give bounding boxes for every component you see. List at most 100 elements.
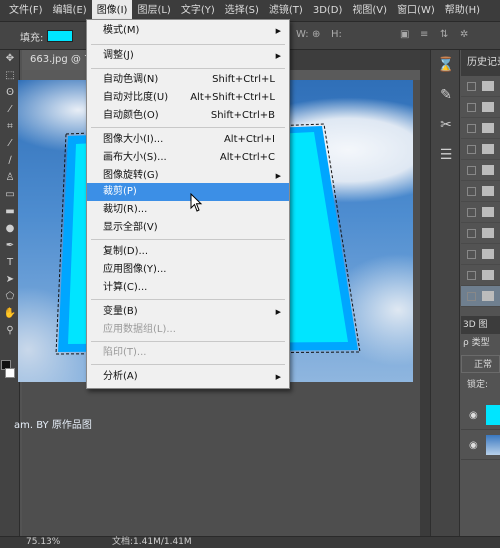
document-size: 文档:1.41M/1.41M (112, 537, 192, 547)
history-state[interactable] (461, 181, 500, 202)
menu-window[interactable]: 窗口(W) (392, 0, 440, 22)
type-tool-icon[interactable]: T (0, 254, 20, 271)
history-state[interactable] (461, 202, 500, 223)
menu-separator (91, 127, 285, 128)
history-state-icon (482, 123, 494, 133)
menu-item-image-size[interactable]: 图像大小(I)... Alt+Ctrl+I (87, 131, 289, 149)
fill-label: 填充: (20, 33, 44, 44)
image-menu-dropdown: 模式(M) ▶ 调整(J) ▶ 自动色调(N) Shift+Ctrl+L 自动对比度(… (86, 19, 290, 389)
clone-source-panel-icon[interactable]: ✂ (431, 110, 461, 140)
panel-dock-strip (420, 50, 430, 536)
brush-panel-icon[interactable]: ✎ (431, 80, 461, 110)
menu-file[interactable]: 文件(F) (4, 0, 48, 22)
menu-item-apply-image[interactable]: 应用图像(Y)... (87, 261, 289, 279)
menu-item-trim[interactable]: 裁切(R)... (87, 201, 289, 219)
layer-row-shape[interactable]: ◉ (461, 400, 500, 430)
link-icon[interactable]: ⊕ (312, 29, 320, 40)
menu-item-variables[interactable]: 变量(B) ▶ (87, 303, 289, 321)
gradient-tool-icon[interactable]: ▬ (0, 203, 20, 220)
fill-color-swatch[interactable] (47, 30, 73, 42)
menu-item-duplicate[interactable]: 复制(D)... (87, 243, 289, 261)
eraser-tool-icon[interactable]: ▭ (0, 186, 20, 203)
history-checkbox[interactable] (467, 102, 476, 112)
submenu-arrow-icon: ▶ (275, 308, 281, 316)
layers-panel-tab[interactable]: 3D 图 (461, 316, 500, 334)
dodge-tool-icon[interactable]: ● (0, 220, 20, 237)
history-state-icon (482, 165, 494, 175)
history-state[interactable] (461, 160, 500, 181)
path-select-tool-icon[interactable]: ➤ (0, 271, 20, 288)
eye-icon[interactable]: ◉ (469, 440, 478, 451)
history-checkbox[interactable] (467, 207, 476, 217)
zoom-tool-icon[interactable]: ⚲ (0, 322, 20, 339)
hand-tool-icon[interactable]: ✋ (0, 305, 20, 322)
history-panel: 历史记录 3D 图 ρ 类型 正常 锁定: ◉ ◉ (461, 50, 500, 536)
menu-item-reveal-all[interactable]: 显示全部(V) (87, 219, 289, 237)
history-state[interactable] (461, 76, 500, 97)
menu-item-mode[interactable]: 模式(M) ▶ (87, 22, 289, 40)
shape-tool-icon[interactable]: ⬠ (0, 288, 20, 305)
history-state[interactable] (461, 97, 500, 118)
menu-help[interactable]: 帮助(H) (440, 0, 485, 22)
history-checkbox[interactable] (467, 186, 476, 196)
move-tool-icon[interactable]: ✥ (0, 50, 20, 67)
menu-item-auto-color[interactable]: 自动颜色(O) Shift+Ctrl+B (87, 107, 289, 125)
history-checkbox[interactable] (467, 249, 476, 259)
history-state-icon (482, 144, 494, 154)
menu-item-crop[interactable]: 裁剪(P) (87, 183, 289, 201)
history-panel-title[interactable]: 历史记录 (461, 50, 500, 76)
history-checkbox[interactable] (467, 165, 476, 175)
image-watermark: am. BY 原作品图 (14, 420, 92, 431)
path-ops-icon[interactable]: ▣ (400, 29, 409, 40)
history-checkbox[interactable] (467, 81, 476, 91)
clone-stamp-tool-icon[interactable]: ♙ (0, 169, 20, 186)
status-bar: 75.13% 文档:1.41M/1.41M (0, 536, 500, 548)
crop-tool-icon[interactable]: ⌗ (0, 118, 20, 135)
history-checkbox[interactable] (467, 144, 476, 154)
layer-row-background[interactable]: ◉ (461, 430, 500, 460)
menu-item-auto-tone[interactable]: 自动色调(N) Shift+Ctrl+L (87, 71, 289, 89)
brush-tool-icon[interactable]: ∕ (0, 152, 20, 169)
gear-icon[interactable]: ✲ (460, 29, 468, 40)
layer-kind-filter[interactable]: ρ 类型 (461, 334, 500, 352)
history-checkbox[interactable] (467, 291, 476, 301)
history-state[interactable] (461, 265, 500, 286)
tools-panel: ✥ ⬚ ʘ ⁄ ⌗ ⁄ ∕ ♙ ▭ ▬ ● ✒ T ➤ ⬠ ✋ ⚲ (0, 50, 20, 536)
properties-panel-icon[interactable]: ☰ (431, 140, 461, 170)
history-checkbox[interactable] (467, 270, 476, 280)
menu-separator (91, 68, 285, 69)
menu-item-adjustments[interactable]: 调整(J) ▶ (87, 47, 289, 65)
menu-item-analysis[interactable]: 分析(A) ▶ (87, 368, 289, 386)
eyedropper-tool-icon[interactable]: ⁄ (0, 135, 20, 152)
history-state-selected[interactable] (461, 286, 500, 307)
history-state-icon (482, 81, 494, 91)
history-state[interactable] (461, 118, 500, 139)
marquee-tool-icon[interactable]: ⬚ (0, 67, 20, 84)
history-checkbox[interactable] (467, 123, 476, 133)
menu-separator (91, 299, 285, 300)
lasso-tool-icon[interactable]: ʘ (0, 84, 20, 101)
history-panel-icon[interactable]: ⌛ (431, 50, 461, 80)
blend-mode-select[interactable]: 正常 (461, 355, 500, 373)
menu-item-canvas-size[interactable]: 画布大小(S)... Alt+Ctrl+C (87, 149, 289, 167)
menu-item-apply-data-set: 应用数据组(L)... (103, 324, 176, 335)
menu-3d[interactable]: 3D(D) (308, 0, 348, 22)
pen-tool-icon[interactable]: ✒ (0, 237, 20, 254)
path-arrange-icon[interactable]: ⇅ (440, 29, 448, 40)
menu-separator (91, 239, 285, 240)
path-align-icon[interactable]: ≡ (420, 29, 428, 40)
menu-item-auto-contrast[interactable]: 自动对比度(U) Alt+Shift+Ctrl+L (87, 89, 289, 107)
history-state[interactable] (461, 223, 500, 244)
background-color-swatch[interactable] (5, 368, 15, 378)
history-state-icon (482, 291, 494, 301)
eye-icon[interactable]: ◉ (469, 410, 478, 421)
history-checkbox[interactable] (467, 228, 476, 238)
menu-view[interactable]: 视图(V) (347, 0, 392, 22)
history-state[interactable] (461, 139, 500, 160)
history-state-icon (482, 102, 494, 112)
magic-wand-tool-icon[interactable]: ⁄ (0, 101, 20, 118)
foreground-background-colors[interactable] (1, 360, 15, 380)
zoom-level[interactable]: 75.13% (26, 537, 60, 548)
menu-item-calculations[interactable]: 计算(C)... (87, 279, 289, 297)
history-state[interactable] (461, 244, 500, 265)
